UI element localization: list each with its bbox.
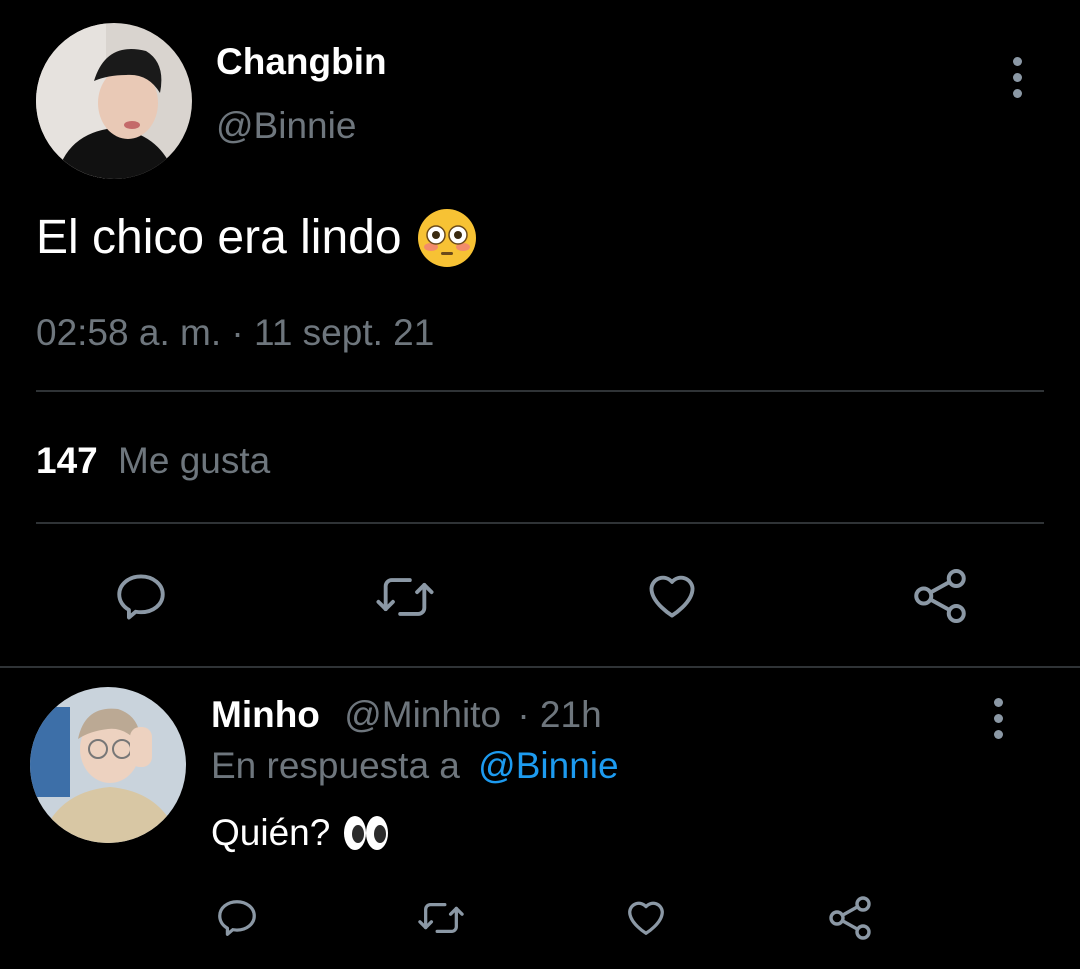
heart-icon — [628, 901, 664, 935]
author-avatar[interactable] — [36, 23, 192, 179]
heart-icon — [649, 575, 695, 618]
retweet-icon — [418, 902, 464, 934]
reply-text: Quién? — [211, 812, 331, 853]
reply-author-handle[interactable]: @Minhito — [344, 694, 501, 735]
avatar-photo — [36, 23, 192, 179]
reply-more-options-icon[interactable] — [992, 698, 1004, 739]
reply-share-button[interactable] — [826, 894, 874, 942]
reply-like-button[interactable] — [622, 894, 670, 940]
reply-author-avatar[interactable] — [30, 687, 186, 843]
tweet-text: El chico era lindo — [36, 211, 402, 264]
divider — [36, 390, 1044, 392]
eyes-icon — [344, 816, 389, 850]
like-button[interactable] — [642, 566, 702, 624]
likes-label: Me gusta — [118, 440, 271, 481]
share-icon — [914, 569, 966, 623]
in-reply-handle-link[interactable]: @Binnie — [478, 745, 618, 786]
reply-header: Minho @Minhito · 21h — [211, 692, 602, 738]
author-name[interactable]: Changbin — [216, 40, 387, 84]
share-button[interactable] — [910, 566, 970, 626]
likes-count: 147 — [36, 440, 98, 481]
divider — [36, 522, 1044, 524]
tweet-text-row: El chico era lindo — [36, 208, 478, 268]
tweet-timestamp[interactable]: 02:58 a. m. · 11 sept. 21 — [36, 310, 434, 356]
reply-author-name[interactable]: Minho — [211, 694, 320, 735]
reply-icon — [117, 574, 165, 620]
reply-retweet-button[interactable] — [414, 895, 468, 941]
retweet-button[interactable] — [372, 568, 438, 626]
retweet-icon — [376, 578, 434, 616]
more-options-icon[interactable] — [1011, 57, 1023, 98]
in-reply-prefix: En respuesta a — [211, 745, 460, 786]
author-handle[interactable]: @Binnie — [216, 104, 356, 148]
likes-row[interactable]: 147 Me gusta — [36, 438, 270, 484]
reply-button[interactable] — [112, 568, 170, 626]
share-icon — [829, 896, 871, 940]
reply-age[interactable]: · 21h — [517, 694, 601, 735]
reply-text-row: Quién? — [211, 808, 390, 858]
section-divider — [0, 666, 1080, 668]
avatar-photo — [30, 687, 186, 843]
in-reply-to: En respuesta a @Binnie — [211, 743, 619, 789]
flushed-face-icon — [417, 209, 476, 267]
reply-icon — [218, 900, 256, 936]
reply-reply-button[interactable] — [214, 895, 260, 941]
